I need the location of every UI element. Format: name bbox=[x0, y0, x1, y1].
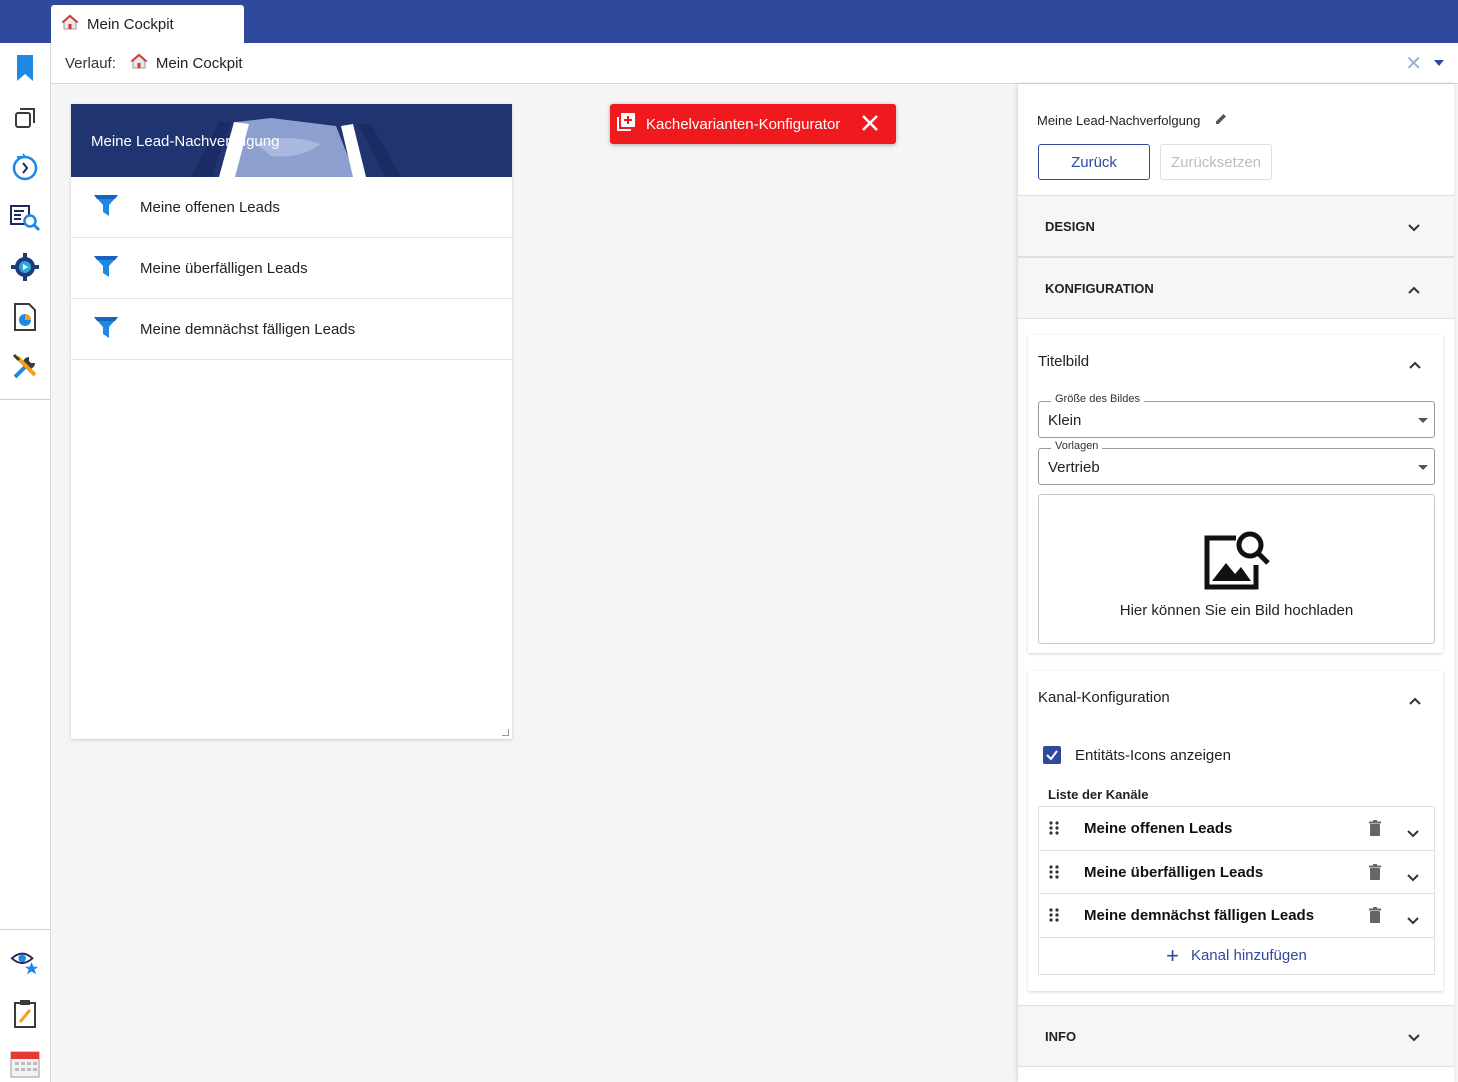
titelbild-card: Titelbild Größe des Bildes Klein Vorlage… bbox=[1028, 335, 1443, 653]
home-icon bbox=[60, 13, 80, 35]
titelbild-title: Titelbild bbox=[1038, 353, 1090, 370]
plus-icon: + bbox=[1166, 942, 1179, 968]
chevron-up-icon[interactable] bbox=[1409, 356, 1421, 374]
home-icon bbox=[129, 52, 149, 74]
add-channel-label: Kanal hinzufügen bbox=[1190, 947, 1307, 964]
report-icon[interactable] bbox=[10, 302, 40, 332]
kanal-config-title: Kanal-Konfiguration bbox=[1038, 689, 1170, 706]
channel-name: Meine demnächst fälligen Leads bbox=[1084, 907, 1315, 924]
channel-name: Meine offenen Leads bbox=[1084, 820, 1233, 837]
sidebar-divider-bottom bbox=[0, 929, 50, 930]
sidebar-divider bbox=[0, 399, 50, 400]
tile-row-label: Meine offenen Leads bbox=[140, 198, 280, 216]
channel-list: Meine offenen Leads Meine überfälligen L… bbox=[1038, 806, 1435, 975]
back-button[interactable]: Zurück bbox=[1038, 144, 1150, 180]
channel-row[interactable]: Meine demnächst fälligen Leads bbox=[1039, 894, 1434, 938]
dropdown-caret-icon bbox=[1418, 418, 1428, 423]
tab-mein-cockpit[interactable]: Mein Cockpit bbox=[51, 5, 244, 43]
image-search-icon bbox=[1202, 525, 1272, 600]
channel-row[interactable]: Meine überfälligen Leads bbox=[1039, 851, 1434, 894]
tile-row-label: Meine überfälligen Leads bbox=[140, 259, 308, 277]
panel-title: Meine Lead-Nachverfolgung bbox=[1037, 112, 1228, 129]
funnel-icon bbox=[93, 192, 119, 222]
toast-label: Kachelvarianten-Konfigurator bbox=[646, 115, 841, 133]
drag-handle-icon[interactable] bbox=[1049, 864, 1059, 883]
chevron-up-icon bbox=[1408, 282, 1420, 297]
tile-row[interactable]: Meine offenen Leads bbox=[71, 177, 512, 238]
trash-icon[interactable] bbox=[1369, 907, 1381, 927]
image-upload-area[interactable]: Hier können Sie ein Bild hochladen bbox=[1038, 494, 1435, 644]
chevron-up-icon[interactable] bbox=[1409, 692, 1421, 710]
chevron-down-icon[interactable] bbox=[1407, 825, 1419, 842]
section-konfiguration[interactable]: KONFIGURATION bbox=[1018, 257, 1454, 319]
trash-icon[interactable] bbox=[1369, 820, 1381, 840]
add-tile-icon bbox=[616, 112, 636, 136]
configurator-panel: Meine Lead-Nachverfolgung Zurück Zurücks… bbox=[1018, 84, 1454, 1082]
chevron-down-icon bbox=[1408, 1030, 1420, 1045]
tile-row[interactable]: Meine überfälligen Leads bbox=[71, 238, 512, 299]
tab-label: Mein Cockpit bbox=[87, 15, 174, 33]
breadcrumb: Verlauf: Mein Cockpit ✕ bbox=[51, 43, 1458, 84]
add-channel-button[interactable]: + Kanal hinzufügen bbox=[1039, 938, 1434, 974]
image-size-value: Klein bbox=[1048, 412, 1082, 429]
dropdown-caret-icon bbox=[1418, 465, 1428, 470]
section-konfiguration-label: KONFIGURATION bbox=[1045, 280, 1154, 296]
breadcrumb-label: Verlauf: bbox=[65, 54, 116, 72]
image-size-label: Größe des Bildes bbox=[1051, 393, 1144, 405]
section-info[interactable]: INFO bbox=[1018, 1005, 1454, 1067]
chevron-down-icon[interactable] bbox=[1407, 869, 1419, 886]
tile-title: Meine Lead-Nachverfolgung bbox=[91, 133, 280, 150]
funnel-icon bbox=[93, 314, 119, 344]
channel-row[interactable]: Meine offenen Leads bbox=[1039, 807, 1434, 851]
bookmark-icon[interactable] bbox=[10, 53, 40, 83]
edit-pencil-icon[interactable] bbox=[1214, 112, 1228, 129]
close-icon[interactable]: ✕ bbox=[1405, 54, 1422, 74]
tile-row[interactable]: Meine demnächst fälligen Leads bbox=[71, 299, 512, 360]
panel-title-text: Meine Lead-Nachverfolgung bbox=[1037, 113, 1201, 128]
chevron-down-icon bbox=[1408, 220, 1420, 235]
drag-handle-icon[interactable] bbox=[1049, 908, 1059, 926]
settings-gear-icon[interactable] bbox=[10, 252, 40, 282]
watch-star-icon[interactable] bbox=[10, 948, 40, 978]
tile-row-label: Meine demnächst fälligen Leads bbox=[140, 320, 356, 338]
templates-label: Vorlagen bbox=[1051, 440, 1103, 452]
templates-select[interactable]: Vorlagen Vertrieb bbox=[1038, 440, 1435, 485]
section-design[interactable]: DESIGN bbox=[1018, 195, 1454, 257]
templates-value: Vertrieb bbox=[1048, 459, 1100, 476]
chevron-down-icon[interactable] bbox=[1434, 60, 1444, 66]
configurator-toast: Kachelvarianten-Konfigurator bbox=[610, 104, 896, 144]
chevron-down-icon[interactable] bbox=[1407, 912, 1419, 929]
channel-name: Meine überfälligen Leads bbox=[1084, 863, 1264, 881]
trash-icon[interactable] bbox=[1369, 863, 1381, 884]
notes-icon[interactable] bbox=[10, 999, 40, 1029]
image-size-select[interactable]: Größe des Bildes Klein bbox=[1038, 393, 1435, 438]
search-list-icon[interactable] bbox=[10, 202, 40, 232]
tile-header-image: Meine Lead-Nachverfolgung bbox=[71, 104, 512, 177]
section-design-label: DESIGN bbox=[1045, 218, 1095, 234]
kanal-config-card: Kanal-Konfiguration Entitäts-Icons anzei… bbox=[1028, 671, 1443, 991]
history-icon[interactable] bbox=[10, 152, 40, 182]
sidebar bbox=[0, 43, 51, 1082]
reset-button[interactable]: Zurücksetzen bbox=[1160, 144, 1272, 180]
upload-text: Hier können Sie ein Bild hochladen bbox=[1119, 602, 1354, 619]
check-icon bbox=[1046, 750, 1058, 761]
funnel-icon bbox=[93, 253, 119, 283]
entity-icons-checkbox[interactable] bbox=[1043, 746, 1061, 764]
section-info-label: INFO bbox=[1045, 1028, 1077, 1044]
channel-list-label: Liste der Kanäle bbox=[1048, 787, 1149, 802]
entity-icons-label: Entitäts-Icons anzeigen bbox=[1075, 747, 1231, 764]
tile-preview[interactable]: Meine Lead-Nachverfolgung Meine offenen … bbox=[71, 104, 512, 739]
close-icon[interactable] bbox=[860, 113, 880, 137]
tools-icon[interactable] bbox=[10, 352, 40, 382]
windows-icon[interactable] bbox=[10, 103, 40, 133]
drag-handle-icon[interactable] bbox=[1049, 821, 1059, 839]
resize-handle[interactable] bbox=[502, 729, 509, 736]
calendar-icon[interactable] bbox=[10, 1048, 40, 1078]
breadcrumb-item-mein-cockpit[interactable]: Mein Cockpit bbox=[156, 55, 243, 72]
